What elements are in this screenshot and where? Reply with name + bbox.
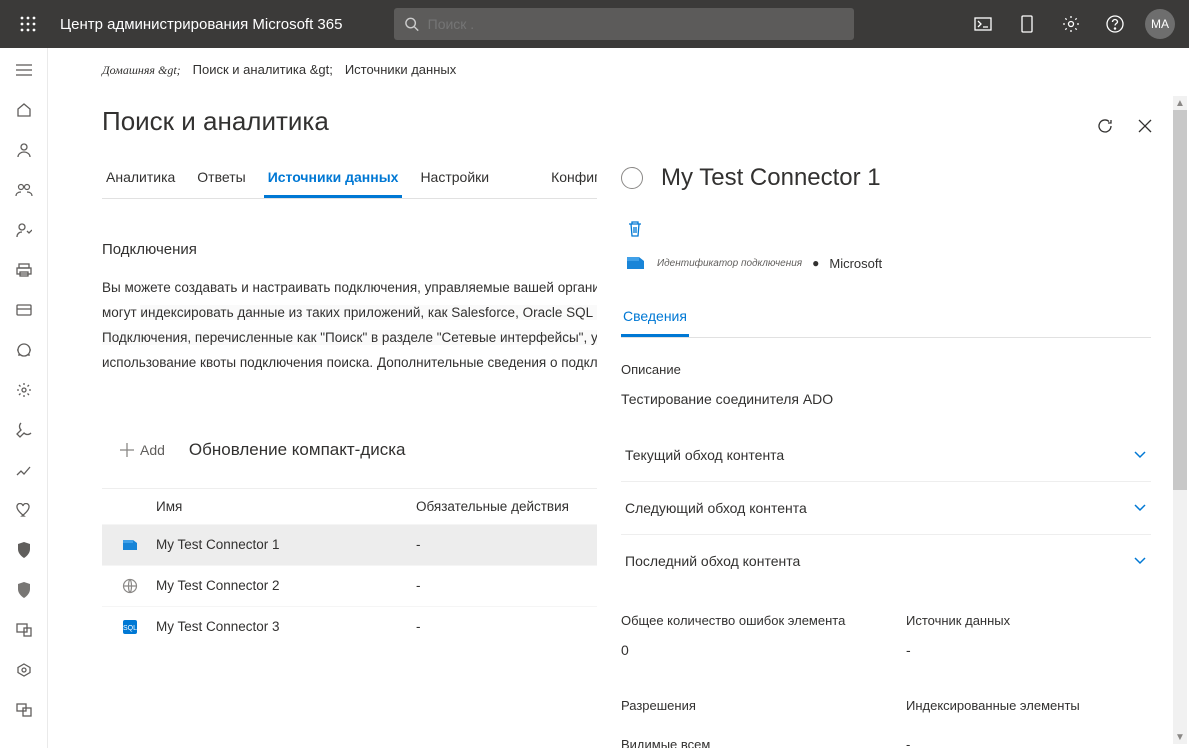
tab-settings[interactable]: Настройки xyxy=(416,161,493,198)
plus-icon xyxy=(120,443,134,457)
close-button[interactable] xyxy=(1129,110,1161,142)
kv-source-label: Источник данных xyxy=(906,613,1151,628)
conn-id-label: Идентификатор подключения xyxy=(657,258,802,269)
acc-label: Последний обход контента xyxy=(625,553,800,569)
tab-sources[interactable]: Источники данных xyxy=(264,161,403,198)
scroll-up-icon[interactable]: ▲ xyxy=(1173,96,1187,110)
acc-label: Текущий обход контента xyxy=(625,447,784,463)
add-button[interactable]: Add xyxy=(120,442,165,458)
topbar-actions: MA xyxy=(963,0,1181,48)
top-bar: Центр администрирования Microsoft 365 MA xyxy=(0,0,1189,48)
nav-setup-icon[interactable] xyxy=(4,412,44,448)
nav-billing-icon[interactable] xyxy=(4,292,44,328)
kv-errors-value: 0 xyxy=(621,642,866,658)
panel-header xyxy=(597,96,1167,142)
nav-more-icon[interactable] xyxy=(4,652,44,688)
col-name[interactable]: Имя xyxy=(156,499,416,514)
connector-icon xyxy=(120,535,140,555)
gear-icon[interactable] xyxy=(1051,0,1091,48)
globe-icon xyxy=(120,576,140,596)
acc-last-crawl[interactable]: Последний обход контента xyxy=(621,535,1151,587)
kv-errors-label: Общее количество ошибок элемента xyxy=(621,613,866,628)
kv-perm-label: Разрешения xyxy=(621,698,866,713)
scrollbar[interactable]: ▲ ▼ xyxy=(1173,96,1187,744)
chevron-down-icon xyxy=(1133,556,1147,566)
details-panel: My Test Connector 1 Идентификатор подклю… xyxy=(597,96,1167,748)
breadcrumb-home[interactable]: Домашняя &gt; xyxy=(102,63,181,78)
nav-menu-icon[interactable] xyxy=(4,52,44,88)
conn-id-value: Microsoft xyxy=(829,256,882,271)
kv-visible-label: Видимые всем xyxy=(621,737,866,748)
nav-user-icon[interactable] xyxy=(4,132,44,168)
kv-source-value: - xyxy=(906,642,1151,658)
tab-analytics[interactable]: Аналитика xyxy=(102,161,179,198)
sql-icon: SQL xyxy=(120,617,140,637)
connection-id-row: Идентификатор подключения ● Microsoft xyxy=(625,254,1151,272)
kv-visible-value: - xyxy=(906,737,1151,748)
status-circle-icon xyxy=(621,167,643,189)
help-icon[interactable] xyxy=(1095,0,1135,48)
search-box[interactable] xyxy=(394,8,854,40)
panel-title: My Test Connector 1 xyxy=(661,164,881,192)
nav-admin-icon[interactable] xyxy=(4,692,44,728)
refresh-button[interactable] xyxy=(1089,110,1121,142)
svg-text:SQL: SQL xyxy=(123,625,137,632)
desc-value: Тестирование соединителя ADO xyxy=(621,391,1151,407)
panel-tab-details[interactable]: Сведения xyxy=(621,300,689,337)
row-name: My Test Connector 3 xyxy=(156,619,416,634)
scroll-down-icon[interactable]: ▼ xyxy=(1173,730,1187,744)
nav-home-icon[interactable] xyxy=(4,92,44,128)
connector-icon xyxy=(625,254,647,272)
scroll-thumb[interactable] xyxy=(1173,110,1187,490)
refresh-label: Обновление компакт-диска xyxy=(189,440,406,460)
breadcrumb-search[interactable]: Поиск и аналитика &gt; xyxy=(193,62,333,77)
breadcrumb-sources[interactable]: Источники данных xyxy=(345,62,456,77)
row-name: My Test Connector 1 xyxy=(156,537,416,552)
device-icon[interactable] xyxy=(1007,0,1047,48)
search-icon xyxy=(404,16,419,32)
nav-compliance-icon[interactable] xyxy=(4,572,44,608)
avatar[interactable]: MA xyxy=(1145,9,1175,39)
acc-next-crawl[interactable]: Следующий обход контента xyxy=(621,482,1151,535)
kv-indexed-label: Индексированные элементы xyxy=(906,698,1151,713)
acc-current-crawl[interactable]: Текущий обход контента xyxy=(621,429,1151,482)
nav-printer-icon[interactable] xyxy=(4,252,44,288)
nav-reports-icon[interactable] xyxy=(4,452,44,488)
nav-security-icon[interactable] xyxy=(4,532,44,568)
chevron-down-icon xyxy=(1133,450,1147,460)
app-launcher-icon[interactable] xyxy=(8,0,48,48)
nav-health-icon[interactable] xyxy=(4,492,44,528)
search-input[interactable] xyxy=(428,16,845,32)
chevron-down-icon xyxy=(1133,503,1147,513)
nav-support-icon[interactable] xyxy=(4,332,44,368)
accordion: Текущий обход контента Следующий обход к… xyxy=(621,429,1151,587)
panel-tabs: Сведения xyxy=(621,300,1151,338)
desc-label: Описание xyxy=(621,362,1151,377)
breadcrumb: Домашняя &gt; Поиск и аналитика &gt; Ист… xyxy=(102,62,1161,78)
nav-groups-icon[interactable] xyxy=(4,172,44,208)
shell-icon[interactable] xyxy=(963,0,1003,48)
left-nav xyxy=(0,48,48,748)
acc-label: Следующий обход контента xyxy=(625,500,807,516)
delete-button[interactable] xyxy=(627,220,643,238)
row-name: My Test Connector 2 xyxy=(156,578,416,593)
nav-settings-icon[interactable] xyxy=(4,372,44,408)
nav-endpoint-icon[interactable] xyxy=(4,612,44,648)
desc-line2: использование квоты подключения поиска. xyxy=(102,355,373,370)
brand-title: Центр администрирования Microsoft 365 xyxy=(48,16,354,33)
add-label: Add xyxy=(140,442,165,458)
desc-hl2: Подключения, перечисленные как "Поиск" в… xyxy=(102,330,659,345)
tab-answers[interactable]: Ответы xyxy=(193,161,249,198)
nav-roles-icon[interactable] xyxy=(4,212,44,248)
